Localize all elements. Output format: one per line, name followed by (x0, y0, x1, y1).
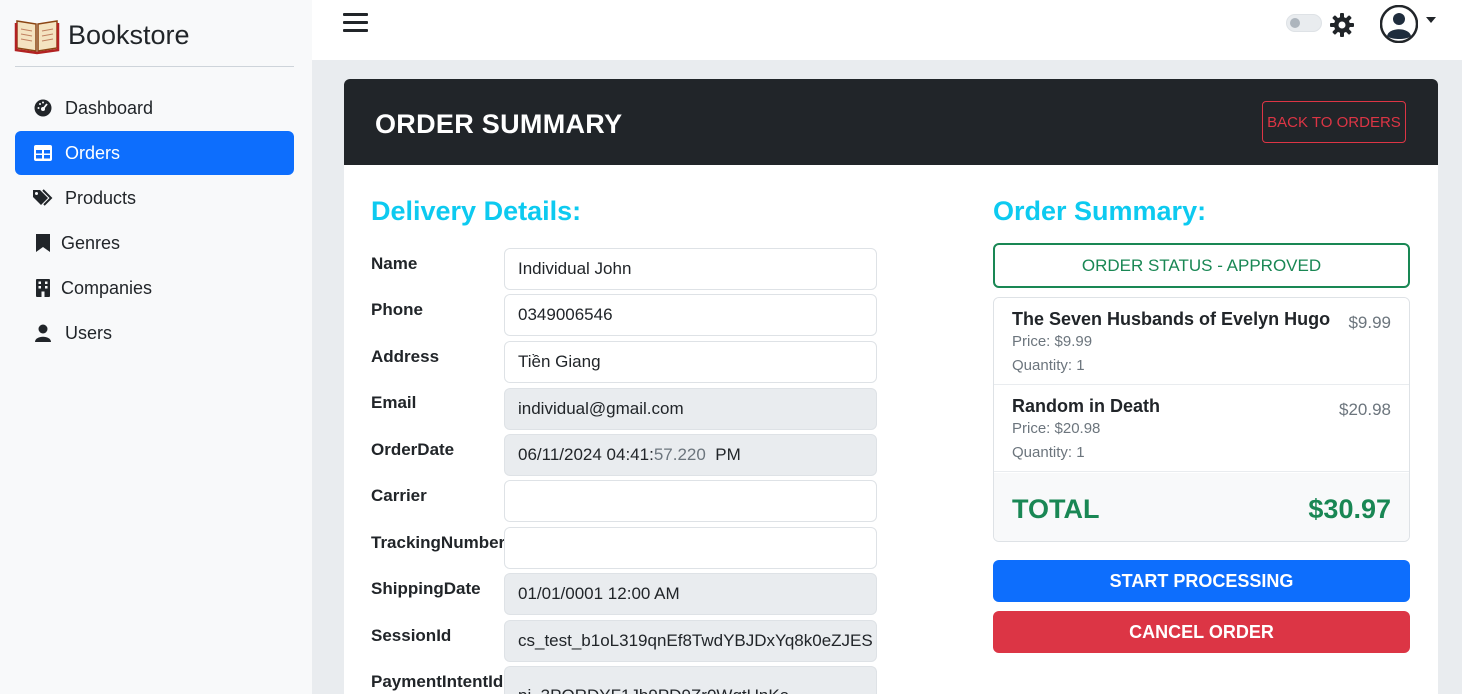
chevron-down-icon[interactable] (1426, 17, 1436, 23)
shipping-date-input[interactable]: 01/01/0001 12:00 AM (504, 573, 877, 615)
sidebar-item-companies[interactable]: Companies (15, 266, 294, 310)
back-to-orders-button[interactable]: BACK TO ORDERS (1262, 101, 1406, 143)
page-title: ORDER SUMMARY (375, 109, 623, 139)
sidebar-item-label: Orders (65, 142, 121, 163)
sidebar-item-label: Companies (61, 277, 153, 298)
item-amount: $20.98 (1339, 400, 1391, 419)
building-icon (33, 278, 53, 298)
order-date-ampm: PM (715, 445, 741, 464)
hamburger-menu-icon[interactable] (343, 13, 368, 35)
table-icon (33, 143, 53, 163)
address-label: Address (371, 347, 440, 366)
item-quantity: Quantity: 1 (1012, 357, 1085, 374)
card-header: ORDER SUMMARY BACK TO ORDERS (344, 79, 1438, 165)
tags-icon (33, 188, 53, 208)
order-date-label: OrderDate (371, 440, 455, 459)
total-value: $30.97 (1308, 494, 1391, 524)
order-summary-title: Order Summary: (993, 196, 1207, 226)
top-navbar (312, 0, 1462, 60)
item-unit-price: Price: $20.98 (1012, 420, 1101, 437)
email-input[interactable]: individual@gmail.com (504, 388, 877, 430)
bookmark-icon (33, 233, 53, 253)
sidebar-item-genres[interactable]: Genres (15, 221, 294, 265)
payment-intent-id-label: PaymentIntentId (371, 672, 504, 691)
theme-toggle-switch[interactable] (1286, 14, 1322, 32)
item-name: The Seven Husbands of Evelyn Hugo (1012, 309, 1331, 329)
email-label: Email (371, 393, 417, 412)
payment-intent-id-input[interactable]: pi_3PORDYF1Jb9PD9Zr0WgtUnKa (504, 666, 877, 694)
delivery-details-title: Delivery Details: (371, 196, 582, 226)
payment-intent-id-value: pi_3PORDYF1Jb9PD9Zr0WgtUnKa (518, 686, 789, 694)
sidebar-nav: Dashboard Orders Products Genres Compani… (15, 86, 294, 356)
sidebar-item-orders[interactable]: Orders (15, 131, 294, 175)
sidebar-item-users[interactable]: Users (15, 311, 294, 355)
sidebar-item-label: Dashboard (65, 97, 154, 118)
user-avatar[interactable] (1379, 4, 1419, 44)
carrier-input[interactable] (504, 480, 877, 522)
name-input[interactable]: Individual John (504, 248, 877, 290)
order-status-badge: ORDER STATUS - APPROVED (993, 243, 1410, 288)
phone-input[interactable]: 0349006546 (504, 294, 877, 336)
sidebar-item-dashboard[interactable]: Dashboard (15, 86, 294, 130)
list-item: Random in Death Price: $20.98 Quantity: … (994, 385, 1409, 472)
cancel-order-button[interactable]: CANCEL ORDER (993, 611, 1410, 653)
shipping-date-label: ShippingDate (371, 579, 481, 598)
sidebar-item-label: Genres (61, 232, 121, 253)
sidebar-divider (15, 66, 294, 67)
open-book-icon (14, 15, 60, 55)
brand[interactable]: Bookstore (14, 12, 190, 58)
sidebar-item-label: Products (65, 187, 137, 208)
item-quantity: Quantity: 1 (1012, 444, 1085, 461)
tracking-number-input[interactable] (504, 527, 877, 569)
order-date-main: 06/11/2024 04:41: (518, 445, 654, 464)
phone-label: Phone (371, 300, 423, 319)
sidebar-item-label: Users (65, 322, 113, 343)
list-item: The Seven Husbands of Evelyn Hugo Price:… (994, 298, 1409, 385)
start-processing-button[interactable]: START PROCESSING (993, 560, 1410, 602)
gear-icon[interactable] (1329, 12, 1355, 38)
sidebar: Bookstore Dashboard Orders Products Genr… (0, 0, 312, 694)
tracking-number-label: TrackingNumber (371, 533, 506, 552)
item-amount: $9.99 (1348, 313, 1391, 332)
order-date-seconds: 57.220 (653, 445, 706, 464)
total-label: TOTAL (1012, 494, 1100, 524)
address-input[interactable]: Tiền Giang (504, 341, 877, 383)
brand-title: Bookstore (68, 19, 190, 50)
item-name: Random in Death (1012, 396, 1161, 416)
total-row: TOTAL $30.97 (994, 473, 1409, 541)
order-items-list: The Seven Husbands of Evelyn Hugo Price:… (993, 297, 1410, 542)
user-icon (33, 323, 53, 343)
item-unit-price: Price: $9.99 (1012, 333, 1093, 350)
name-label: Name (371, 254, 418, 273)
order-date-input[interactable]: 06/11/2024 04:41: 57.220 PM (504, 434, 877, 476)
gauge-icon (33, 98, 53, 118)
session-id-input[interactable]: cs_test_b1oL319qnEf8TwdYBJDxYq8k0eZJES (504, 620, 877, 662)
carrier-label: Carrier (371, 486, 427, 505)
session-id-label: SessionId (371, 626, 452, 645)
sidebar-item-products[interactable]: Products (15, 176, 294, 220)
